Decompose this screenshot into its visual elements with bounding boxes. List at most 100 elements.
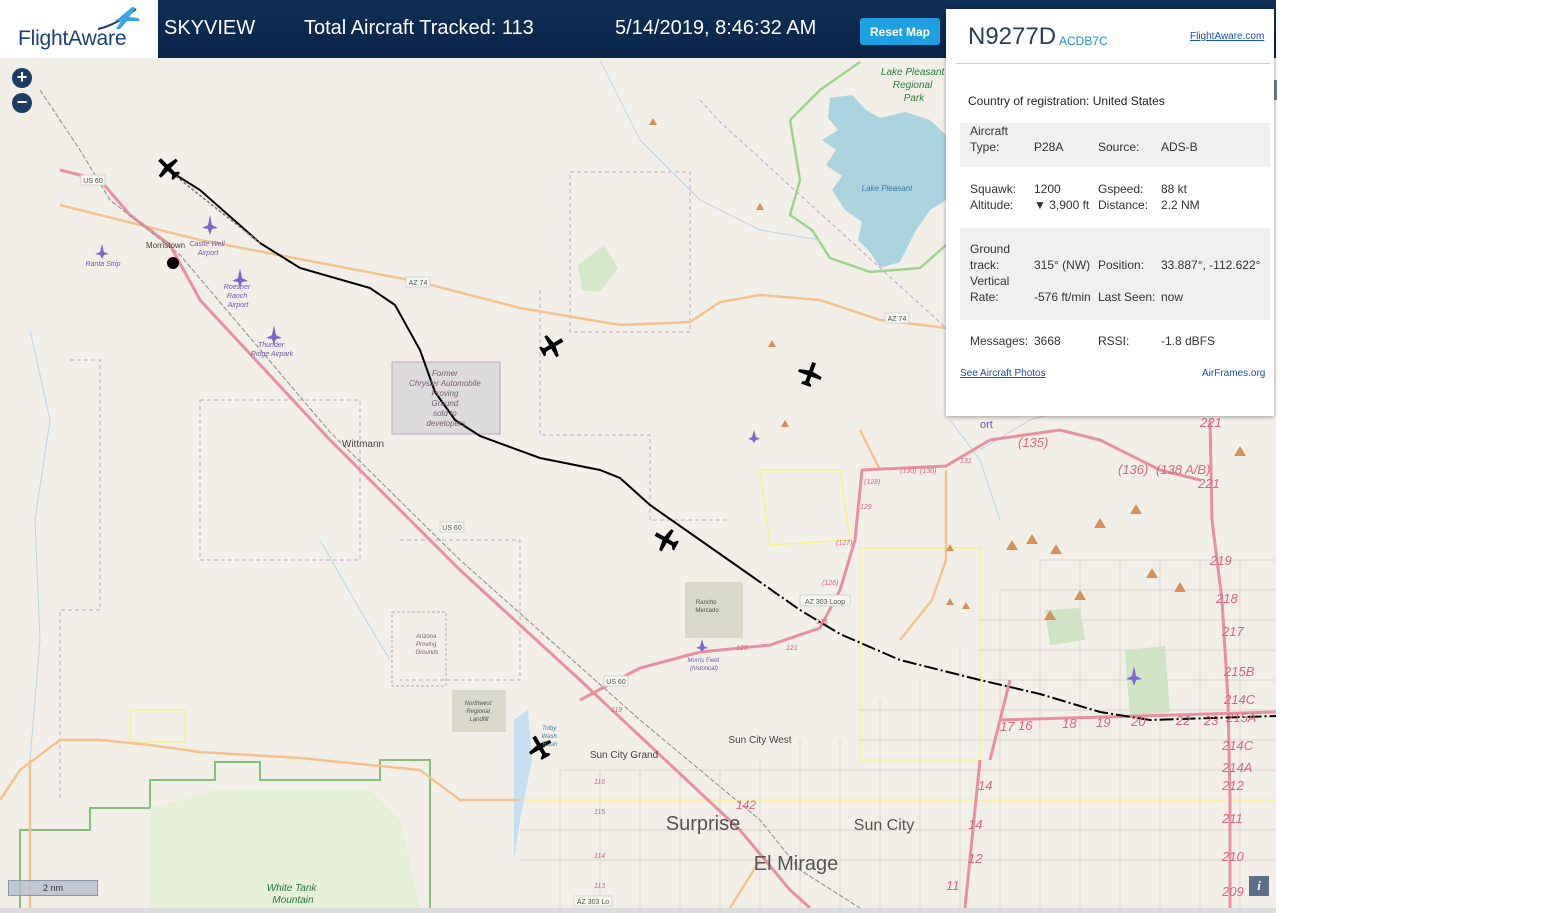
app-title: SKYVIEW (164, 17, 256, 39)
messages-value: 3668 (1034, 334, 1061, 348)
label-thunder-ridge: Thunder Ridge Airpark (251, 342, 294, 358)
svg-text:214C: 214C (1223, 692, 1256, 707)
svg-text:214A: 214A (1221, 760, 1252, 775)
svg-text:129: 129 (860, 504, 872, 511)
aircraft-icon (654, 529, 679, 552)
ground-track-label: Ground track: (970, 242, 1011, 272)
svg-text:(136): (136) (1118, 462, 1148, 477)
map-info-button[interactable]: i (1249, 876, 1269, 896)
altitude-label: Altitude: (970, 198, 1014, 212)
label-white-tank: White Tank Mountain (267, 883, 319, 906)
distance-label: Distance: (1098, 198, 1149, 212)
aircraft-icon (798, 362, 822, 387)
svg-text:17: 17 (1000, 719, 1015, 734)
aircraft-registration: N9277D (968, 23, 1057, 50)
receiver-location (167, 257, 179, 269)
aircraft-count: Total Aircraft Tracked: 113 (304, 17, 534, 39)
svg-text:(130): (130) (920, 468, 936, 475)
svg-text:217: 217 (1221, 624, 1244, 639)
svg-text:212: 212 (1221, 778, 1244, 793)
label-sun-city-west: Sun City West (728, 735, 791, 746)
svg-text:14: 14 (968, 817, 982, 832)
label-sun-city-grand: Sun City Grand (590, 750, 658, 761)
label-sun-city: Sun City (854, 817, 914, 834)
label-el-mirage: El Mirage (754, 853, 838, 875)
label-morris-field: Morris Field (historical) (687, 658, 720, 672)
svg-text:(138 A/B): (138 A/B) (1156, 462, 1210, 477)
current-datetime: 5/14/2019, 8:46:32 AM (615, 17, 817, 39)
messages-rssi-row: Messages: 3668 RSSI: -1.8 dBFS (960, 333, 1270, 353)
horizontal-scrollbar[interactable] (0, 908, 1276, 913)
svg-text:12: 12 (968, 851, 983, 866)
position-value: 33.887°, -112.622° (1161, 258, 1261, 272)
zoom-in-button[interactable]: + (12, 68, 32, 88)
rssi-value: -1.8 dBFS (1161, 334, 1216, 348)
messages-label: Messages: (970, 334, 1029, 348)
country-of-registration: Country of registration: United States (968, 94, 1165, 108)
svg-text:20: 20 (1130, 714, 1146, 729)
aircraft-photos-link[interactable]: See Aircraft Photos (960, 368, 1046, 379)
panel-divider (956, 63, 1270, 64)
position-label: Position: (1098, 258, 1145, 272)
svg-text:(127): (127) (836, 540, 852, 547)
last-seen-label: Last Seen: (1098, 290, 1156, 304)
zoom-out-button[interactable]: − (12, 93, 32, 113)
country-label: Country of registration: (968, 94, 1090, 108)
label-us60: US 60 (83, 178, 103, 185)
svg-text:209: 209 (1221, 884, 1244, 899)
airframes-link[interactable]: AirFrames.org (1202, 368, 1265, 379)
distance-value: 2.2 NM (1161, 198, 1200, 212)
svg-text:214C: 214C (1221, 738, 1254, 753)
vertical-rate-label: Vertical Rate: (970, 274, 1010, 304)
svg-text:115: 115 (594, 809, 605, 816)
source-value: ADS-B (1161, 140, 1198, 154)
svg-text:221: 221 (1199, 415, 1222, 430)
svg-text:(130): (130) (900, 468, 916, 475)
label-morristown: Morristown (146, 241, 185, 250)
label-surprise: Surprise (666, 813, 740, 835)
vertical-rate-value: -576 ft/min (1034, 290, 1091, 304)
aircraft-type-label: Aircraft Type: (970, 124, 1009, 154)
track-position-row: Ground track: 315° (NW) Position: 33.887°… (960, 228, 1270, 320)
label-airport-partial: ort (980, 419, 993, 431)
svg-text:(126): (126) (822, 580, 838, 587)
flightaware-logo[interactable]: FlightAware (0, 0, 158, 58)
svg-text:11: 11 (946, 878, 960, 893)
squawk-altitude-row: Squawk: 1200 Gspeed: 88 kt Altitude: ▼ 3… (960, 181, 1270, 217)
aircraft-hex-code: ACDB7C (1059, 34, 1108, 48)
label-lake-pleasant-park: Lake Pleasant Regional Park (881, 67, 947, 104)
gspeed-value: 88 kt (1161, 182, 1188, 196)
label-trilby: Trilby Wash Basin (542, 726, 559, 748)
label-lake-pleasant: Lake Pleasant (862, 184, 913, 193)
svg-text:218: 218 (1215, 591, 1238, 606)
az303-loop (579, 428, 1201, 702)
svg-text:19: 19 (1096, 715, 1110, 730)
aircraft-icon (539, 335, 564, 358)
logo-text: FlightAware (18, 27, 127, 50)
svg-text:116: 116 (594, 779, 605, 786)
source-label: Source: (1098, 140, 1140, 154)
svg-text:16: 16 (1018, 718, 1033, 733)
label-arizona-proving: Arizona Proving Grounds (415, 634, 439, 656)
flightaware-link[interactable]: FlightAware.com (1190, 31, 1264, 42)
label-az303: AZ 303 Loop (805, 599, 845, 606)
label-roesner: Roesner Ranch Airport (224, 284, 252, 309)
svg-text:(135): (135) (1018, 435, 1048, 450)
svg-text:113: 113 (594, 883, 605, 890)
svg-text:125: 125 (816, 619, 828, 626)
svg-text:221: 221 (1197, 476, 1220, 491)
svg-text:14: 14 (978, 778, 992, 793)
lake-pleasant-water (822, 95, 946, 268)
svg-text:215A: 215A (1225, 710, 1256, 725)
scale-bar: 2 nm (8, 880, 98, 896)
label-az74: AZ 74 (409, 280, 428, 287)
label-castle-well: Castle Well Airport (189, 241, 226, 257)
label-us60: US 60 (606, 679, 626, 686)
squawk-label: Squawk: (970, 182, 1017, 196)
label-ranta: Ranta Strip (85, 261, 120, 268)
svg-text:119: 119 (611, 707, 622, 714)
aircraft-type-value: P28A (1034, 140, 1064, 154)
reset-map-button[interactable]: Reset Map (860, 18, 940, 45)
svg-text:131: 131 (960, 458, 972, 465)
railroad (39, 89, 861, 908)
